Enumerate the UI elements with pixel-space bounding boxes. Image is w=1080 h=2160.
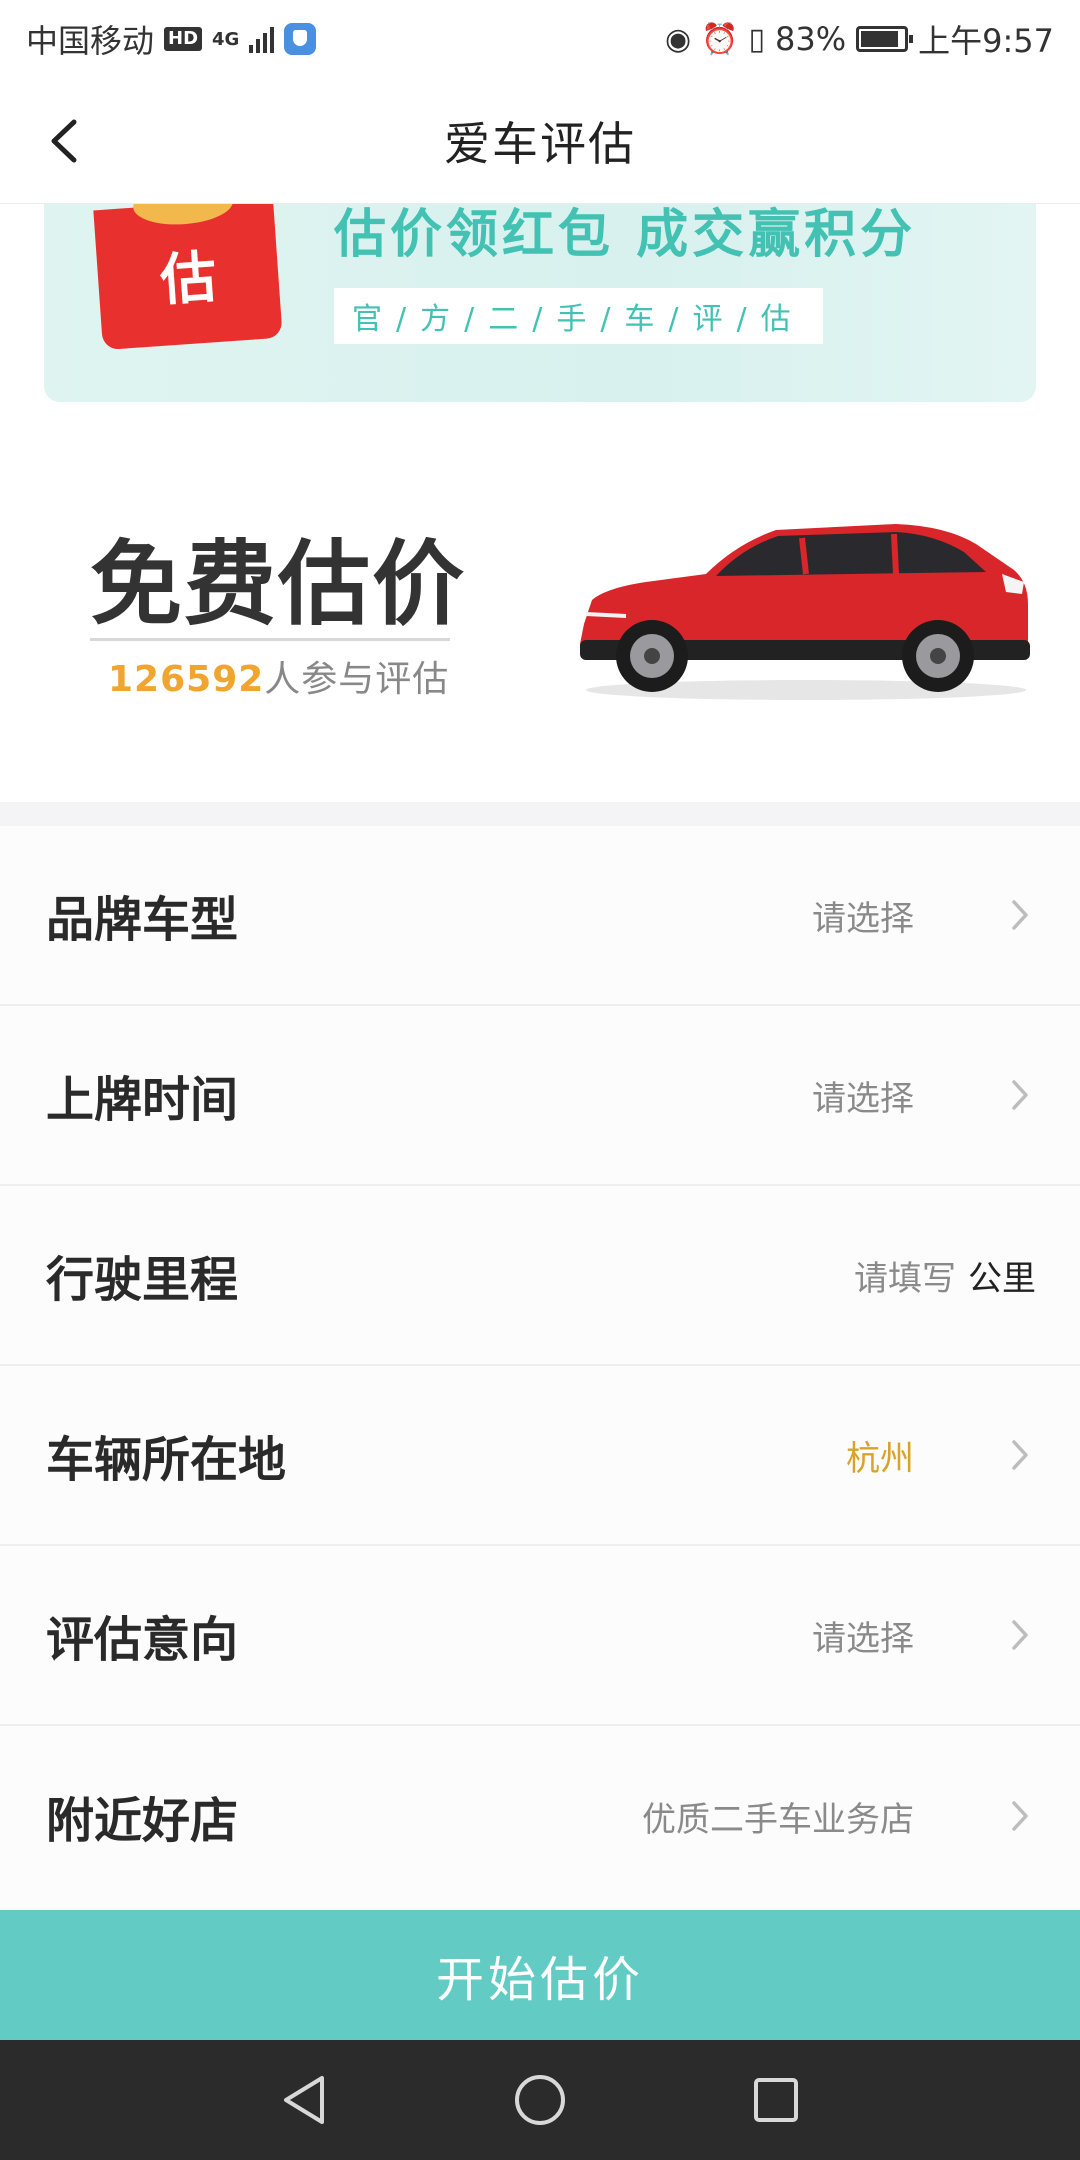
system-nav-bar: [0, 2040, 1080, 2160]
carrier-label: 中国移动: [26, 22, 155, 60]
page-title: 爱车评估: [444, 116, 636, 171]
signal-icon: [249, 25, 275, 53]
red-packet-label: 估: [158, 244, 219, 314]
banner-title: 估价领红包 成交赢积分: [334, 205, 917, 265]
vibrate-icon: ▯: [748, 21, 765, 57]
row-value: 请选择: [812, 898, 914, 939]
eye-icon: ◉: [664, 21, 692, 57]
row-value: 杭州: [846, 1438, 914, 1479]
participant-number: 126592: [108, 659, 265, 700]
form-row-nearby-store[interactable]: 附近好店 优质二手车业务店: [0, 1726, 1080, 1906]
nav-back-button[interactable]: [274, 2070, 334, 2130]
nav-recents-button[interactable]: [746, 2070, 806, 2130]
mileage-input[interactable]: 请填写: [854, 1251, 956, 1300]
chevron-right-icon: [1000, 1615, 1040, 1655]
chevron-right-icon: [1000, 1435, 1040, 1475]
red-packet-icon: 估: [93, 204, 283, 351]
form-row-registration-date[interactable]: 上牌时间 请选择: [0, 1006, 1080, 1186]
chevron-right-icon: [1000, 1075, 1040, 1115]
car-image: [580, 524, 1030, 700]
hd-badge: HD: [164, 27, 203, 51]
participant-count: 126592人参与评估: [108, 650, 449, 702]
participant-suffix: 人参与评估: [264, 659, 450, 700]
evaluation-form: 品牌车型 请选择 上牌时间 请选择 行驶里程 请填写 公里 车辆所在地 杭州 评…: [0, 826, 1080, 1910]
row-value: 请选择: [812, 1618, 914, 1659]
shield-icon: [284, 23, 317, 55]
form-row-intent[interactable]: 评估意向 请选择: [0, 1546, 1080, 1726]
form-row-brand-model[interactable]: 品牌车型 请选择: [0, 826, 1080, 1006]
start-evaluation-button[interactable]: 开始估价: [0, 1910, 1080, 2040]
row-value: 请选择: [812, 1078, 914, 1119]
row-label: 行驶里程: [46, 1252, 239, 1308]
hero-divider: [90, 638, 450, 641]
form-row-location[interactable]: 车辆所在地 杭州: [0, 1366, 1080, 1546]
status-right: ◉ ⏰ ▯ 83% 上午9:57: [665, 16, 1054, 62]
row-label: 车辆所在地: [46, 1432, 287, 1488]
clock: 上午9:57: [918, 22, 1054, 60]
nav-home-button[interactable]: [510, 2070, 570, 2130]
row-label: 品牌车型: [46, 892, 239, 948]
row-label: 附近好店: [46, 1793, 239, 1849]
page: 中国移动 HD 4G ◉ ⏰ ▯ 83% 上午9:57 爱车评估 估 估价领红包…: [0, 0, 1080, 2160]
banner-subtitle: 官/方/二/手/车/评/估: [334, 288, 823, 344]
promo-banner[interactable]: 估 估价领红包 成交赢积分 官/方/二/手/车/评/估: [44, 204, 1036, 402]
status-bar: 中国移动 HD 4G ◉ ⏰ ▯ 83% 上午9:57: [0, 0, 1080, 78]
triangle-back-icon: [284, 2076, 324, 2124]
row-label: 上牌时间: [46, 1072, 239, 1128]
circle-home-icon: [515, 2075, 565, 2125]
hero-title: 免费估价: [90, 531, 467, 638]
chevron-right-icon: [1000, 895, 1040, 935]
mileage-unit: 公里: [968, 1258, 1036, 1299]
square-recents-icon: [754, 2078, 798, 2122]
hero-section: 免费估价 126592人参与评估: [0, 404, 1080, 802]
battery-icon: [856, 26, 914, 52]
battery-percent: 83%: [775, 20, 847, 58]
row-value: 优质二手车业务店: [642, 1799, 914, 1840]
status-left: 中国移动 HD 4G: [26, 16, 317, 62]
section-divider: [0, 802, 1080, 826]
promo-banner-area: 估 估价领红包 成交赢积分 官/方/二/手/车/评/估: [0, 204, 1080, 404]
form-row-mileage: 行驶里程 请填写 公里: [0, 1186, 1080, 1366]
back-button[interactable]: [30, 108, 96, 174]
row-label: 评估意向: [46, 1612, 239, 1668]
network-label: 4G: [212, 28, 240, 50]
chevron-right-icon: [1000, 1796, 1040, 1836]
alarm-icon: ⏰: [701, 21, 739, 57]
app-header: 爱车评估: [0, 78, 1080, 204]
chevron-left-icon: [51, 119, 77, 163]
